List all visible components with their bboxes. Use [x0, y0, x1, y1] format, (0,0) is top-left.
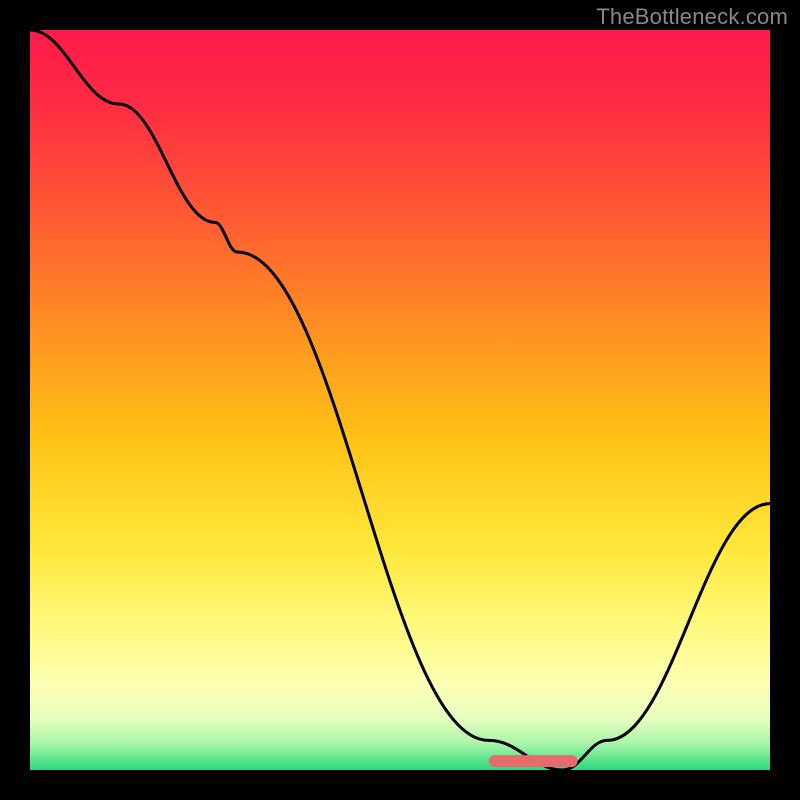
plot-area — [30, 30, 770, 770]
chart-svg — [30, 30, 770, 770]
gradient-background — [30, 30, 770, 770]
watermark-text: TheBottleneck.com — [596, 4, 788, 30]
chart-frame: TheBottleneck.com — [0, 0, 800, 800]
optimal-range-marker — [489, 755, 578, 767]
